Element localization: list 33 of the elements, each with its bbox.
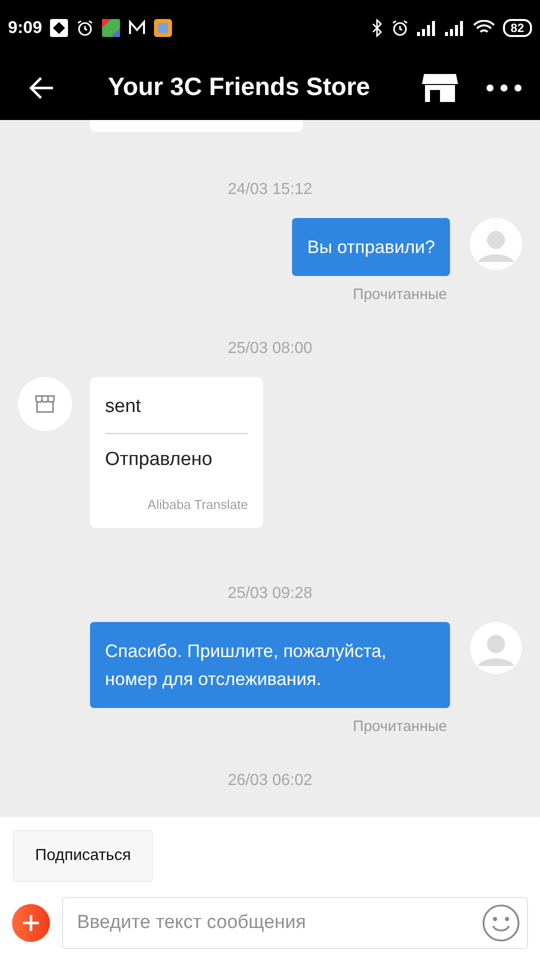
original-text: sent bbox=[105, 394, 142, 418]
read-status: Прочитанные bbox=[352, 285, 447, 305]
timestamp: 24/03 15:12 bbox=[228, 180, 312, 200]
more-icon bbox=[486, 84, 522, 92]
add-button[interactable] bbox=[12, 904, 50, 942]
user-avatar bbox=[470, 218, 522, 270]
wifi-icon bbox=[472, 20, 495, 36]
plus-icon bbox=[22, 914, 40, 932]
timestamp: 26/03 06:02 bbox=[228, 770, 312, 790]
alarm-icon bbox=[76, 18, 94, 36]
clock: 9:09 bbox=[8, 16, 42, 39]
app-icon bbox=[154, 18, 172, 36]
translator-label: Alibaba Translate bbox=[148, 496, 248, 514]
message-bubble: Вы отправили? bbox=[292, 218, 450, 276]
message-input[interactable]: Введите текст сообщения bbox=[62, 897, 528, 949]
mail-icon bbox=[128, 18, 146, 36]
app-icon bbox=[102, 18, 120, 36]
bluetooth-icon bbox=[370, 18, 383, 36]
subscribe-button[interactable]: Подписаться bbox=[13, 830, 153, 882]
window-title: Your 3C Friends Store bbox=[108, 72, 370, 103]
back-arrow-icon bbox=[29, 76, 55, 100]
timestamp: 25/03 08:00 bbox=[228, 338, 312, 358]
signal-icon bbox=[416, 20, 437, 36]
alarm-icon bbox=[390, 18, 409, 36]
app-icon bbox=[50, 18, 68, 36]
signal-icon bbox=[444, 20, 465, 36]
message-bubble: Спасибо. Пришлите, пожалуйста, номер для отслеживания. bbox=[90, 622, 450, 708]
read-status: Прочитанные bbox=[352, 717, 447, 737]
emoji-icon[interactable] bbox=[482, 904, 520, 942]
translated-text: Отправлено bbox=[105, 448, 214, 472]
battery-indicator: 82 bbox=[502, 18, 532, 36]
storefront-icon bbox=[422, 72, 458, 104]
timestamp: 25/03 09:28 bbox=[228, 584, 312, 604]
